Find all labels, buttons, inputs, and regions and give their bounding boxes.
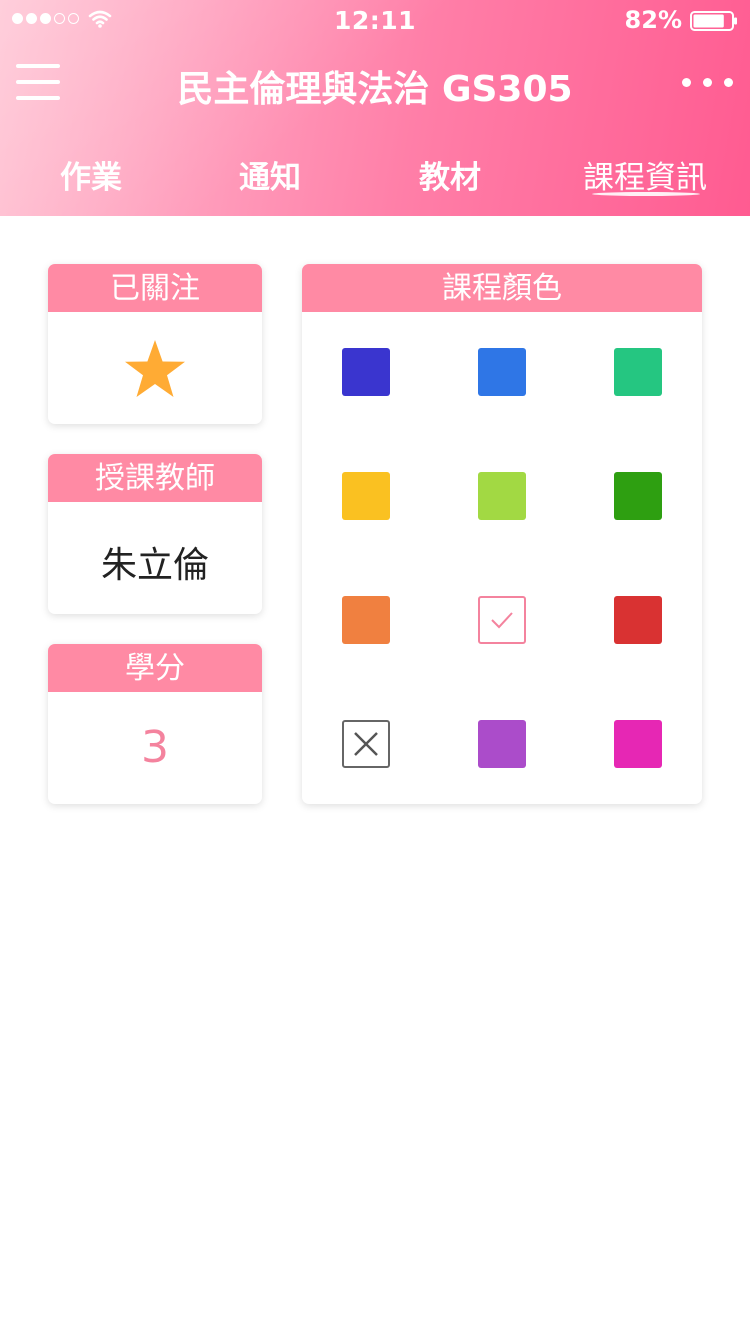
tab-materials[interactable]: 教材: [404, 152, 496, 196]
teacher-card: 授課教師: [48, 454, 262, 614]
teacher-name: 朱立倫: [100, 545, 209, 586]
color-swatch[interactable]: [342, 472, 390, 520]
color-swatch[interactable]: [614, 348, 662, 396]
course-color-card-title: 課程顏色: [302, 264, 702, 312]
color-swatch[interactable]: [478, 720, 526, 768]
teacher-card-title: 授課教師: [48, 454, 262, 502]
status-bar: 12:11 82%: [0, 0, 750, 40]
battery-icon: [690, 11, 737, 31]
color-swatch[interactable]: [342, 596, 390, 644]
color-swatch[interactable]: [342, 348, 390, 396]
star-icon[interactable]: [123, 338, 187, 400]
page-title: 民主倫理與法治 GS305: [177, 69, 573, 110]
credits-value: 3: [141, 722, 169, 773]
color-swatch[interactable]: [614, 720, 662, 768]
checkmark-icon: [491, 612, 513, 629]
credits-card-title: 學分: [48, 644, 262, 692]
more-options-icon[interactable]: [682, 78, 734, 88]
color-swatch[interactable]: [614, 596, 662, 644]
tab-course-info[interactable]: 課程資訊: [578, 152, 712, 196]
color-swatch[interactable]: [478, 348, 526, 396]
color-swatch-selected[interactable]: [478, 596, 526, 644]
color-swatch[interactable]: [614, 472, 662, 520]
color-swatch[interactable]: [478, 472, 526, 520]
followed-card-title: 已關注: [48, 264, 262, 312]
close-icon: [354, 732, 378, 756]
battery-percentage: 82%: [624, 6, 682, 34]
tab-assignments[interactable]: 作業: [45, 152, 137, 196]
active-tab-indicator: [592, 192, 700, 196]
tab-notifications[interactable]: 通知: [224, 152, 316, 196]
color-swatch-none[interactable]: [342, 720, 390, 768]
